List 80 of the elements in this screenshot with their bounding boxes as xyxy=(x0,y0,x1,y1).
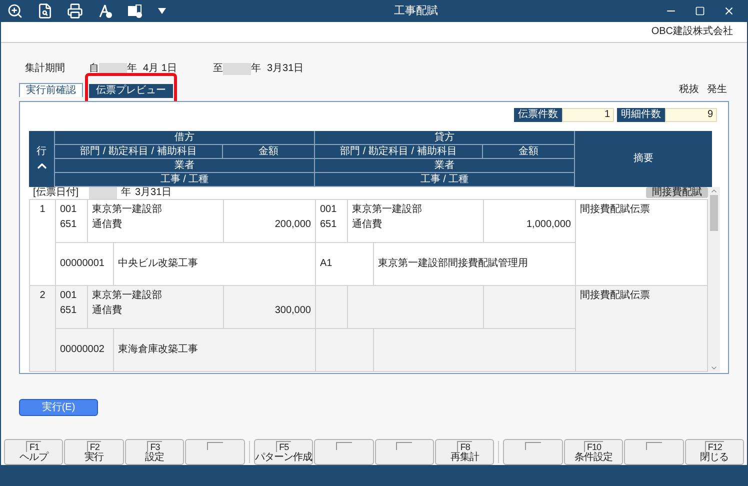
tab[interactable]: 実行前確認 xyxy=(19,83,83,98)
voucher-type-badge: 間接費配賦 xyxy=(646,187,708,198)
table-cell: 001 651 xyxy=(56,286,88,329)
tab[interactable]: 伝票プレビュー xyxy=(89,84,173,98)
column-header: 貸方 xyxy=(315,130,575,145)
empty-key-slot xyxy=(206,442,223,450)
key-label: F2 xyxy=(86,441,102,452)
mode-label: 発生 xyxy=(707,82,727,97)
function-key[interactable]: F3 設定 xyxy=(124,439,184,466)
column-header: 工事 / 工種 xyxy=(315,172,575,187)
from-label: 自 xyxy=(89,62,99,76)
count-label: 伝票件数 xyxy=(514,108,562,122)
to-date: 3月31日 xyxy=(267,62,304,76)
table-cell: 1,000,000 xyxy=(484,200,576,243)
table-cell: 1 xyxy=(30,200,56,286)
table-cell: 東京第一建設部 通信費 xyxy=(348,200,484,243)
key-label: F3 xyxy=(147,441,162,452)
preview-icon[interactable] xyxy=(37,2,53,19)
column-header: 工事 / 工種 xyxy=(55,172,315,187)
mode-label: 税抜 xyxy=(679,82,699,97)
period-label: 集計期間 xyxy=(25,62,66,76)
table-cell: 東京第一建設部 通信費 xyxy=(88,200,224,243)
key-label: F8 xyxy=(457,441,472,452)
scrollbar[interactable] xyxy=(708,186,720,372)
function-key[interactable]: F1 ヘルプ xyxy=(4,439,64,466)
column-header: 部門 / 勘定科目 / 補助科目 xyxy=(55,144,223,159)
key-label: F10 xyxy=(584,441,604,452)
print-icon[interactable] xyxy=(67,2,83,19)
row-label: 行 xyxy=(36,145,46,160)
company-name: OBC建設株式会社 xyxy=(651,24,733,40)
window-title: 工事配賦 xyxy=(393,4,439,18)
zoom-in-icon[interactable] xyxy=(7,2,23,19)
column-header: 部門 / 勘定科目 / 補助科目 xyxy=(315,144,483,159)
maximize-icon[interactable] xyxy=(695,6,705,16)
column-header: 金額 xyxy=(483,144,575,159)
dropdown-icon[interactable] xyxy=(157,6,167,15)
column-header: 業者 xyxy=(315,158,575,173)
count-label: 明細件数 xyxy=(617,108,665,122)
table-cell: 001 651 xyxy=(316,200,348,243)
empty-key-slot xyxy=(525,442,542,450)
to-year: 年 xyxy=(251,62,261,76)
from-year: 年 xyxy=(127,62,137,76)
column-header: 摘要 xyxy=(632,152,654,166)
function-key[interactable]: F8 再集計 xyxy=(434,439,494,466)
table-cell: 東海倉庫改築工事 xyxy=(114,328,316,372)
row-header[interactable]: 行 xyxy=(29,130,55,187)
key-label: F1 xyxy=(26,441,41,452)
to-label: 至 xyxy=(213,62,223,76)
from-date: 4月 1日 xyxy=(143,62,178,76)
table-cell: 00000002 xyxy=(56,328,114,372)
count-value: 9 xyxy=(665,108,717,122)
table-cell: 2 xyxy=(30,286,56,372)
key-label: F5 xyxy=(276,441,291,452)
column-header: 借方 xyxy=(55,130,315,145)
function-key[interactable]: F12 閉じる xyxy=(684,439,744,466)
date-year: 年 xyxy=(121,186,131,200)
function-key[interactable]: F2 実行 xyxy=(64,439,124,466)
scroll-thumb[interactable] xyxy=(710,194,718,231)
table-cell: 300,000 xyxy=(224,286,316,329)
table-cell xyxy=(316,286,348,329)
date-value: 3月31日 xyxy=(135,186,172,200)
execute-button[interactable]: 実行(E) xyxy=(19,399,98,416)
table-cell xyxy=(316,328,374,372)
redacted-mark xyxy=(99,62,127,75)
pdf-icon[interactable] xyxy=(97,2,113,19)
empty-key-slot xyxy=(396,442,412,450)
empty-key-slot xyxy=(336,442,352,450)
function-key[interactable]: F10 条件設定 xyxy=(564,439,624,466)
date-label: [伝票日付] xyxy=(33,186,80,200)
count-value: 1 xyxy=(562,108,614,122)
table-cell: 200,000 xyxy=(224,200,316,243)
close-icon[interactable] xyxy=(723,4,735,17)
column-header: 業者 xyxy=(55,158,315,173)
table-cell: 001 651 xyxy=(56,200,88,243)
redacted-mark xyxy=(223,62,251,75)
function-key[interactable]: F5 パターン作成 xyxy=(254,439,314,466)
key-label: F12 xyxy=(704,441,724,452)
empty-key-slot xyxy=(646,442,662,450)
column-header: 金額 xyxy=(223,144,315,159)
table-cell: 東京第一建設部 通信費 xyxy=(88,286,224,329)
